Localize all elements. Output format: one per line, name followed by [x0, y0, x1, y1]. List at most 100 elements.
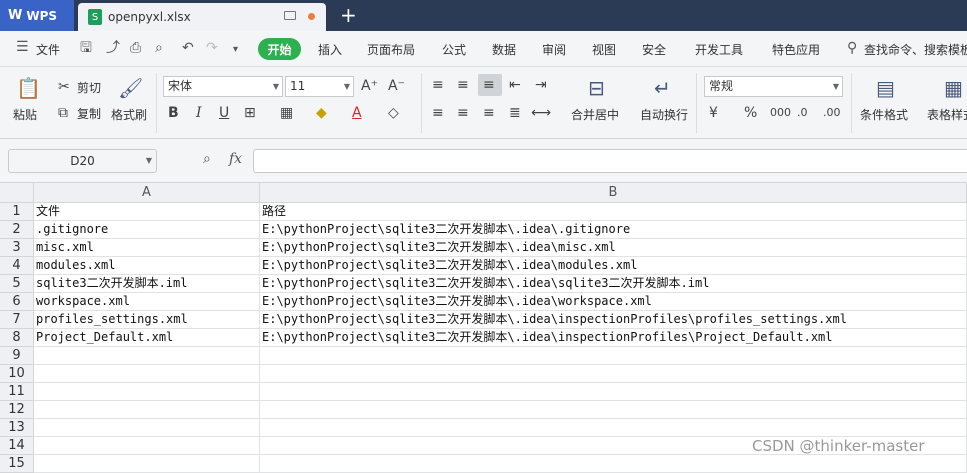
conditional-format-button[interactable]: 条件格式 — [860, 108, 908, 122]
cell-b[interactable]: E:\pythonProject\sqlite3二次开发脚本\.idea\mis… — [260, 239, 967, 257]
cell-b[interactable]: E:\pythonProject\sqlite3二次开发脚本\.idea\ins… — [260, 329, 967, 347]
column-header-b[interactable]: B — [260, 183, 967, 203]
tab-developer[interactable]: 开发工具 — [695, 41, 743, 58]
cell-a[interactable]: sqlite3二次开发脚本.iml — [34, 275, 260, 293]
save-icon[interactable]: 🖫 — [80, 40, 92, 56]
cell-b[interactable] — [260, 347, 967, 365]
cell-a[interactable]: Project_Default.xml — [34, 329, 260, 347]
paste-button[interactable]: 粘贴 — [13, 108, 37, 122]
row-header[interactable]: 13 — [0, 419, 34, 437]
cell-b[interactable]: E:\pythonProject\sqlite3二次开发脚本\.idea\.gi… — [260, 221, 967, 239]
row-header[interactable]: 5 — [0, 275, 34, 293]
search-icon[interactable]: ⚲ — [847, 40, 857, 56]
wrap-text-icon[interactable]: ↵ — [654, 77, 671, 99]
align-right-icon[interactable]: ≡ — [483, 105, 495, 121]
hamburger-icon[interactable]: ☰ — [16, 39, 29, 55]
percent-icon[interactable]: % — [744, 105, 757, 121]
wps-home-tab[interactable]: W WPS — [0, 0, 74, 31]
new-tab-button[interactable]: + — [340, 3, 357, 27]
increase-indent-icon[interactable]: ⇥ — [535, 77, 547, 93]
increase-decimal-icon[interactable]: .0 — [797, 105, 808, 121]
cell-b[interactable] — [260, 365, 967, 383]
row-header[interactable]: 14 — [0, 437, 34, 455]
table-style-button[interactable]: 表格样式 — [927, 108, 967, 122]
paste-icon[interactable]: 📋 — [16, 77, 41, 99]
row-header[interactable]: 6 — [0, 293, 34, 311]
format-painter-button[interactable]: 格式刷 — [111, 108, 147, 122]
print-preview-icon[interactable]: ⌕ — [155, 40, 163, 56]
decrease-indent-icon[interactable]: ⇤ — [509, 77, 521, 93]
fill-color-icon[interactable]: ◆ — [316, 105, 327, 121]
cell-a[interactable] — [34, 455, 260, 473]
column-header-a[interactable]: A — [34, 183, 260, 203]
tab-security[interactable]: 安全 — [642, 41, 666, 58]
cell-b[interactable]: E:\pythonProject\sqlite3二次开发脚本\.idea\ins… — [260, 311, 967, 329]
cell-a[interactable] — [34, 347, 260, 365]
align-top-icon[interactable]: ≡ — [432, 77, 444, 93]
cell-a[interactable] — [34, 383, 260, 401]
copy-button[interactable]: 复制 — [77, 107, 101, 121]
distributed-icon[interactable]: ⟷ — [531, 105, 551, 121]
row-header[interactable]: 10 — [0, 365, 34, 383]
tab-insert[interactable]: 插入 — [318, 41, 342, 58]
tab-home[interactable]: 开始 — [258, 38, 301, 60]
zoom-search-icon[interactable]: ⌕ — [203, 151, 211, 167]
row-header[interactable]: 8 — [0, 329, 34, 347]
row-header[interactable]: 9 — [0, 347, 34, 365]
cell-b[interactable]: E:\pythonProject\sqlite3二次开发脚本\.idea\sql… — [260, 275, 967, 293]
tab-view[interactable]: 视图 — [592, 41, 616, 58]
align-center-icon[interactable]: ≡ — [457, 105, 469, 121]
name-box[interactable]: D20 ▼ — [8, 149, 157, 173]
cut-button[interactable]: 剪切 — [77, 81, 101, 95]
borders-icon[interactable]: ⊞ — [244, 105, 256, 121]
font-name-select[interactable]: 宋体 ▼ — [163, 76, 283, 97]
decrease-font-icon[interactable]: A⁻ — [388, 78, 405, 94]
justify-icon[interactable]: ≣ — [509, 105, 521, 121]
menu-file[interactable]: 文件 — [36, 41, 60, 58]
tab-review[interactable]: 审阅 — [542, 41, 566, 58]
row-header[interactable]: 7 — [0, 311, 34, 329]
tab-data[interactable]: 数据 — [492, 41, 516, 58]
conditional-format-icon[interactable]: ▤ — [876, 77, 895, 99]
merge-center-button[interactable]: 合并居中 — [571, 108, 619, 122]
spreadsheet-grid[interactable]: A B 1 文件 路径 2 .gitignore E:\pythonProject\sql… — [0, 183, 967, 473]
underline-button[interactable]: U — [219, 105, 229, 121]
cell-a[interactable] — [34, 365, 260, 383]
cell-b[interactable]: E:\pythonProject\sqlite3二次开发脚本\.idea\mod… — [260, 257, 967, 275]
cell-a[interactable] — [34, 401, 260, 419]
export-icon[interactable]: ⤴ — [106, 40, 120, 56]
align-middle-icon[interactable]: ≡ — [457, 77, 469, 93]
number-format-select[interactable]: 常规 ▼ — [704, 76, 843, 97]
fx-button[interactable]: fx — [229, 151, 242, 167]
row-header[interactable]: 4 — [0, 257, 34, 275]
cell-a[interactable]: modules.xml — [34, 257, 260, 275]
decrease-decimal-icon[interactable]: .00 — [823, 105, 841, 121]
tab-special-apps[interactable]: 特色应用 — [772, 41, 820, 58]
cell-a[interactable]: workspace.xml — [34, 293, 260, 311]
row-header[interactable]: 11 — [0, 383, 34, 401]
row-header[interactable]: 12 — [0, 401, 34, 419]
row-header[interactable]: 1 — [0, 203, 34, 221]
cell-a[interactable] — [34, 419, 260, 437]
merge-center-icon[interactable]: ⊟ — [588, 77, 605, 99]
scissors-icon[interactable]: ✂ — [58, 79, 70, 95]
cell-a[interactable] — [34, 437, 260, 455]
font-size-select[interactable]: 11 ▼ — [285, 76, 354, 97]
currency-icon[interactable]: ¥ — [709, 105, 718, 121]
tab-page-layout[interactable]: 页面布局 — [367, 41, 415, 58]
cell-a[interactable]: misc.xml — [34, 239, 260, 257]
cell-b[interactable]: 路径 — [260, 203, 967, 221]
cell-b[interactable] — [260, 401, 967, 419]
row-header[interactable]: 3 — [0, 239, 34, 257]
copy-icon[interactable]: ⧉ — [58, 105, 68, 121]
document-tab[interactable]: S openpyxl.xlsx — [78, 3, 326, 31]
print-icon[interactable]: ⎙ — [130, 40, 141, 56]
cell-b[interactable] — [260, 383, 967, 401]
tab-formulas[interactable]: 公式 — [442, 41, 466, 58]
font-color-icon[interactable]: A — [352, 105, 362, 121]
cell-a[interactable]: 文件 — [34, 203, 260, 221]
fill-pattern-icon[interactable]: ▦ — [280, 105, 293, 121]
clear-format-icon[interactable]: ◇ — [388, 105, 399, 121]
wrap-text-button[interactable]: 自动换行 — [640, 108, 688, 122]
undo-icon[interactable]: ↶ — [182, 40, 194, 56]
